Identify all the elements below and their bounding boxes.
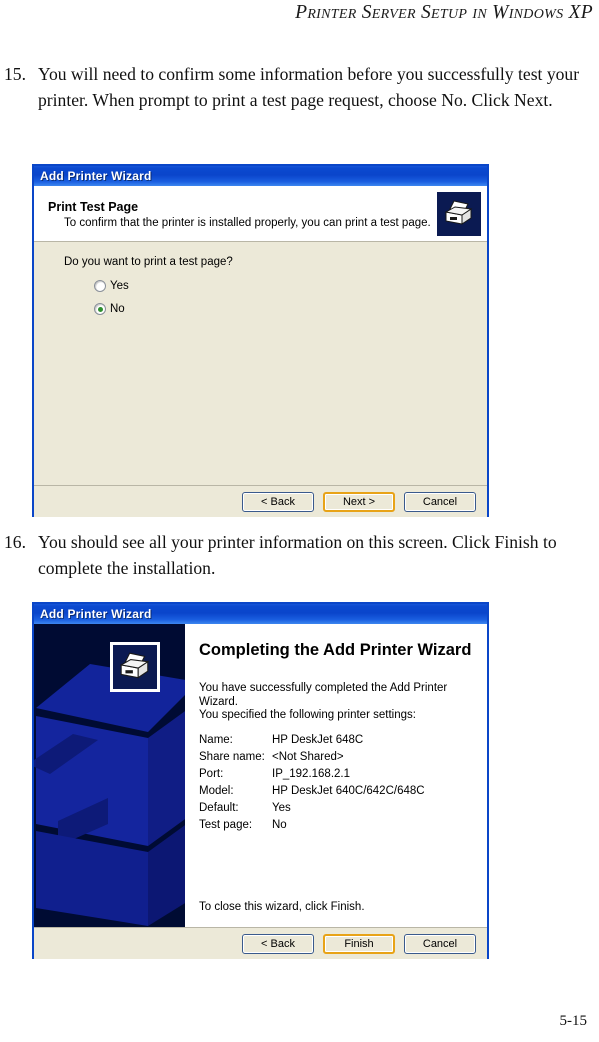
- radio-icon-yes[interactable]: [94, 280, 106, 292]
- setting-key: Test page:: [199, 818, 253, 831]
- setting-value: HP DeskJet 648C: [272, 733, 364, 746]
- page-number: 5-15: [559, 1013, 588, 1029]
- radio-label-yes: Yes: [110, 280, 129, 292]
- setting-value: HP DeskJet 640C/642C/648C: [272, 784, 425, 797]
- table-row: Test page: No: [199, 819, 425, 836]
- back-button[interactable]: < Back: [242, 491, 314, 512]
- printer-icon: [437, 191, 481, 236]
- setting-value: No: [272, 818, 287, 831]
- back-button[interactable]: < Back: [242, 933, 314, 954]
- radio-option-yes[interactable]: Yes: [94, 280, 487, 292]
- next-button[interactable]: Next >: [323, 491, 395, 512]
- step-16-text: You should see all your printer informat…: [38, 532, 557, 578]
- step-15-text: You will need to confirm some informatio…: [38, 64, 580, 110]
- titlebar-complete[interactable]: Add Printer Wizard: [34, 604, 487, 624]
- titlebar-title: Add Printer Wizard: [40, 169, 152, 183]
- step-16: 16. You should see all your printer info…: [4, 530, 590, 581]
- setting-key: Port:: [199, 767, 224, 780]
- titlebar-test-page[interactable]: Add Printer Wizard: [34, 166, 487, 186]
- wizard-side-banner: [34, 624, 185, 927]
- radio-icon-no[interactable]: [94, 303, 106, 315]
- table-row: Port: IP_192.168.2.1: [199, 768, 425, 785]
- setting-key: Model:: [199, 784, 234, 797]
- setting-value: <Not Shared>: [272, 750, 344, 763]
- wizard-close-hint: To close this wizard, click Finish.: [199, 901, 365, 913]
- step-15-number: 15.: [4, 64, 26, 84]
- cancel-button[interactable]: Cancel: [404, 491, 476, 512]
- running-head: Printer Server Setup in Windows XP: [295, 2, 593, 23]
- cancel-button[interactable]: Cancel: [404, 933, 476, 954]
- wizard-complete-title: Completing the Add Printer Wizard: [199, 641, 472, 659]
- setting-value: Yes: [272, 801, 291, 814]
- radio-option-no[interactable]: No: [94, 303, 487, 315]
- wizard-header-subtitle: To confirm that the printer is installed…: [64, 217, 431, 229]
- add-printer-wizard-test-page-dialog: Add Printer Wizard Print Test Page To co…: [32, 164, 489, 517]
- radio-label-no: No: [110, 303, 125, 315]
- setting-key: Name:: [199, 733, 233, 746]
- wizard-header-title: Print Test Page: [48, 200, 139, 214]
- test-page-question: Do you want to print a test page?: [64, 256, 233, 268]
- table-row: Name: HP DeskJet 648C: [199, 734, 425, 751]
- intro-line-2: You specified the following printer sett…: [199, 709, 416, 721]
- wizard-footer-complete: < Back Finish Cancel: [34, 927, 487, 959]
- wizard-header-band: Print Test Page To confirm that the prin…: [34, 186, 487, 242]
- table-row: Default: Yes: [199, 802, 425, 819]
- add-printer-wizard-complete-dialog: Add Printer Wizard Completing the Add Pr…: [32, 602, 489, 959]
- setting-value: IP_192.168.2.1: [272, 767, 351, 780]
- intro-line-1: You have successfully completed the Add …: [199, 682, 448, 708]
- wizard-body-test-page: Do you want to print a test page? Yes No: [34, 242, 487, 485]
- table-row: Model: HP DeskJet 640C/642C/648C: [199, 785, 425, 802]
- table-row: Share name: <Not Shared>: [199, 751, 425, 768]
- printer-settings-table: Name: HP DeskJet 648C Share name: <Not S…: [199, 734, 425, 836]
- setting-key: Share name:: [199, 750, 265, 763]
- setting-key: Default:: [199, 801, 239, 814]
- finish-button[interactable]: Finish: [323, 933, 395, 954]
- step-15: 15. You will need to confirm some inform…: [4, 62, 590, 113]
- wizard-complete-intro: You have successfully completed the Add …: [199, 682, 477, 723]
- step-16-number: 16.: [4, 532, 26, 552]
- wizard-body-complete: Completing the Add Printer Wizard You ha…: [34, 624, 487, 927]
- printer-icon: [110, 642, 160, 692]
- wizard-complete-content: Completing the Add Printer Wizard You ha…: [185, 624, 487, 927]
- wizard-footer-test-page: < Back Next > Cancel: [34, 485, 487, 517]
- titlebar-title: Add Printer Wizard: [40, 607, 152, 621]
